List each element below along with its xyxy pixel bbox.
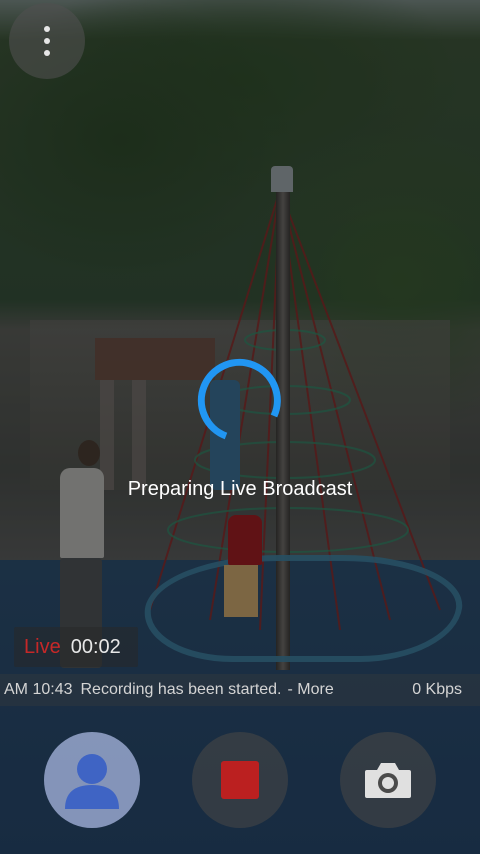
more-vertical-icon xyxy=(44,23,50,59)
live-label: Live xyxy=(24,635,61,658)
log-message: Recording has been started. xyxy=(80,681,282,698)
log-timestamp: AM 10:43 xyxy=(4,681,73,698)
status-log-bar[interactable]: AM 10:43 Recording has been started. - M… xyxy=(0,674,480,706)
log-more-link[interactable]: - More xyxy=(288,681,334,699)
person-icon xyxy=(65,754,119,809)
more-options-button[interactable] xyxy=(9,3,85,79)
camera-snapshot-button[interactable] xyxy=(340,732,436,828)
loading-spinner-icon xyxy=(197,358,281,440)
bitrate-readout: 0 Kbps xyxy=(412,681,462,698)
record-button[interactable] xyxy=(192,732,288,828)
record-stop-icon xyxy=(221,761,259,799)
broadcast-status-text: Preparing Live Broadcast xyxy=(127,478,353,500)
live-elapsed-time: 00:02 xyxy=(70,635,121,658)
camera-icon xyxy=(365,763,411,798)
profile-button[interactable] xyxy=(44,732,140,828)
live-indicator: Live 00:02 xyxy=(14,627,138,667)
